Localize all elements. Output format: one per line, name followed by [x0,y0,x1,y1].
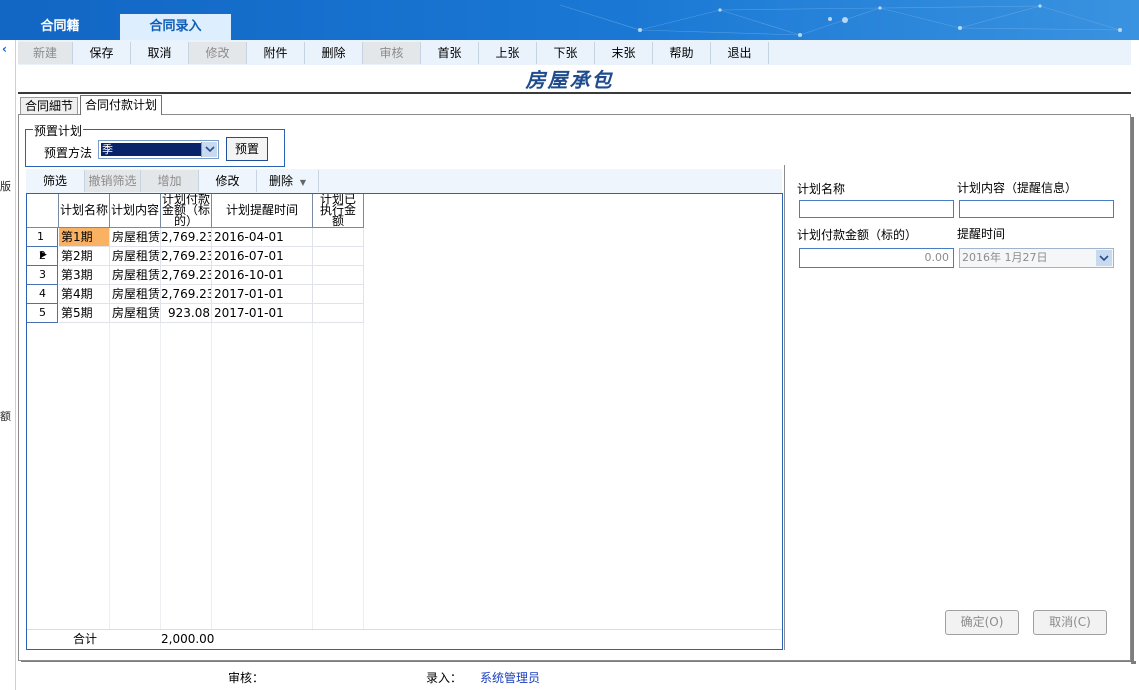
top-tab-contract-entry[interactable]: 合同录入 [120,14,231,40]
column-header-plan-name[interactable]: 计划名称 [59,194,110,228]
delete-button[interactable]: 删除 [305,41,363,64]
new-button[interactable]: 新建 [18,41,73,64]
preset-group-label: 预置计划 [33,122,84,139]
dropdown-arrow-icon: ▼ [299,178,306,187]
row-header[interactable]: 3 [27,266,58,285]
grid-total-row: 合计 2,000.00 [27,629,782,649]
preset-method-select[interactable]: 季 [98,140,219,159]
remind-date-picker[interactable]: 2016年 1月27日 [959,248,1114,268]
page-title: 房屋承包 [525,68,614,92]
row-header[interactable]: 1 ▶ [27,228,58,260]
left-strip-text: 额 [0,410,11,423]
column-header-plan-content[interactable]: 计划内容 [110,194,161,228]
cell-plan-name[interactable]: 第4期 [59,285,110,304]
form-cancel-button[interactable]: 取消(C) [1033,610,1107,635]
exit-button[interactable]: 退出 [711,41,769,64]
cell-executed-amount[interactable] [313,228,364,247]
plan-amount-input[interactable]: 0.00 [799,248,954,268]
unfilter-button[interactable]: 撤销筛选 [85,170,141,192]
cell-executed-amount[interactable] [313,247,364,266]
add-button[interactable]: 增加 [141,170,199,192]
cell-plan-content[interactable]: 房屋租赁 [110,247,161,266]
grid-edit-button[interactable]: 修改 [199,170,257,192]
preset-button[interactable]: 预置 [226,137,268,161]
next-button[interactable]: 下张 [537,41,595,64]
cell-plan-amount[interactable]: 2,769.23 [161,228,212,247]
grid-delete-button[interactable]: 删除 ▼ [257,170,319,192]
grid-delete-label: 删除 [269,174,294,188]
column-header-executed-amount[interactable]: 计划已执行金额 [313,194,364,228]
preset-method-value: 季 [101,143,201,156]
cell-executed-amount[interactable] [313,304,364,323]
ok-button[interactable]: 确定(O) [945,610,1019,635]
cell-remind-time[interactable]: 2016-04-01 [212,228,313,247]
row-number: 1 [37,230,44,243]
preset-method-label: 预置方法 [44,146,93,160]
cell-plan-content[interactable]: 房屋租赁 [110,304,161,323]
attach-button[interactable]: 附件 [247,41,305,64]
help-button[interactable]: 帮助 [653,41,711,64]
cell-executed-amount[interactable] [313,285,364,304]
cell-plan-content[interactable]: 房屋租赁 [110,228,161,247]
cell-plan-amount[interactable]: 923.08 [161,304,212,323]
cell-plan-amount[interactable]: 2,769.23 [161,285,212,304]
cell-plan-name[interactable]: 第3期 [59,266,110,285]
left-strip-text: 版 [0,180,11,193]
cell-plan-content[interactable]: 房屋租赁 [110,266,161,285]
panel-shadow [1131,117,1134,664]
plan-content-label: 计划内容（提醒信息） [957,181,1078,195]
plan-name-label: 计划名称 [797,182,846,196]
footer-bar [18,662,1131,690]
chevron-left-icon[interactable]: ‹ [2,42,7,56]
main-toolbar: 新建 保存 取消 修改 附件 删除 审核 首张 上张 下张 末张 帮助 退出 [18,40,1131,65]
plan-name-input[interactable] [799,200,954,218]
top-header: 合同籍 合同录入 [0,0,1139,40]
cell-plan-name[interactable]: 第2期 [59,247,110,266]
title-divider [18,92,1131,94]
filter-button[interactable]: 筛选 [26,170,85,192]
tab-payment-plan[interactable]: 合同付款计划 [80,95,163,115]
chevron-down-icon[interactable] [201,142,217,157]
cell-remind-time[interactable]: 2017-01-01 [212,285,313,304]
audit-label: 审核： [228,671,265,685]
cell-remind-time[interactable]: 2016-10-01 [212,266,313,285]
save-button[interactable]: 保存 [73,41,131,64]
remind-time-label: 提醒时间 [957,227,1006,241]
row-header[interactable]: 5 [27,304,58,323]
audit-button[interactable]: 审核 [363,41,421,64]
cell-remind-time[interactable]: 2016-07-01 [212,247,313,266]
row-header[interactable]: 2 [27,247,58,266]
chevron-down-icon[interactable] [1096,250,1112,266]
cell-plan-content[interactable]: 房屋租赁 [110,285,161,304]
tab-contract-detail[interactable]: 合同細节 [20,97,79,115]
plan-content-input[interactable] [959,200,1114,218]
first-button[interactable]: 首张 [421,41,479,64]
remind-date-value: 2016年 1月27日 [962,251,1048,264]
plan-amount-label: 计划付款金额（标的） [797,228,918,242]
column-header-remind-time[interactable]: 计划提醒时间 [212,194,313,228]
left-collapse-strip: ‹ 版 额 [0,40,16,690]
cell-plan-amount[interactable]: 2,769.23 [161,266,212,285]
cell-plan-amount[interactable]: 2,769.23 [161,247,212,266]
top-tab-contract-register[interactable]: 合同籍 [0,14,120,40]
grid-toolbar: 筛选 撤销筛选 增加 修改 删除 ▼ [26,169,782,193]
entry-label: 录入： [426,671,463,685]
total-label: 合计 [73,632,98,646]
payment-plan-grid[interactable]: 计划名称 计划内容 计划付款金额（标的） 计划提醒时间 计划已执行金额 1 ▶ … [26,193,783,650]
cell-plan-name[interactable]: 第1期 [59,228,110,247]
cell-executed-amount[interactable] [313,266,364,285]
grid-corner-header [27,194,59,228]
entry-value: 系统管理员 [480,671,541,685]
edit-button[interactable]: 修改 [189,41,247,64]
row-header[interactable]: 4 [27,285,58,304]
cell-remind-time[interactable]: 2017-01-01 [212,304,313,323]
prev-button[interactable]: 上张 [479,41,537,64]
cell-plan-name[interactable]: 第5期 [59,304,110,323]
total-amount: 2,000.00 [161,632,215,646]
app-window: 合同籍 合同录入 ‹ 版 额 新建 保存 取消 修改 附件 删除 审核 首张 上… [0,0,1139,690]
column-header-plan-amount[interactable]: 计划付款金额（标的） [161,194,212,228]
cancel-button[interactable]: 取消 [131,41,189,64]
last-button[interactable]: 末张 [595,41,653,64]
